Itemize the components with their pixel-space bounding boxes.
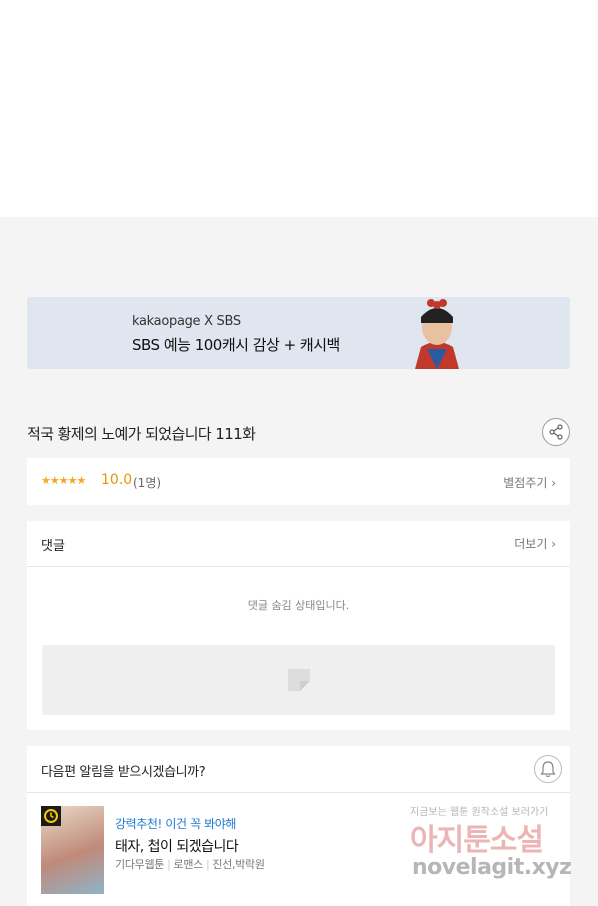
comments-label: 댓글 [41, 539, 65, 554]
placeholder-icon [288, 669, 310, 691]
comments-card: 댓글 더보기 › 댓글 숨김 상태입니다. [27, 521, 570, 730]
share-button[interactable] [542, 418, 570, 446]
banner-headline: SBS 예능 100캐시 감상 + 캐시백 [132, 336, 340, 354]
meta-category: 로맨스 [173, 858, 204, 871]
promo-banner[interactable]: kakaopage X SBS SBS 예능 100캐시 감상 + 캐시백 [27, 297, 570, 369]
episode-title-row: 적국 황제의 노예가 되었습니다 111화 [27, 418, 570, 448]
banner-brand-text: kakaopage X SBS [132, 314, 241, 329]
watermark-line2: 아지툰소설 [410, 823, 544, 858]
meta-authors: 진선,박락원 [212, 858, 265, 871]
rate-button[interactable]: 별점주기 › [503, 474, 556, 491]
meta-separator: | [205, 858, 210, 871]
star-rating-icons: ★★★★★ [41, 474, 86, 487]
recommended-meta: 기다무웹툰 | 로맨스 | 진선,박락원 [115, 856, 265, 872]
rating-score: 10.0 [101, 472, 133, 488]
episode-title: 적국 황제의 노예가 되었습니다 111화 [27, 425, 256, 443]
notify-header: 다음편 알림을 받으시겠습니까? [27, 746, 570, 793]
comments-hidden-message: 댓글 숨김 상태입니다. [247, 599, 350, 612]
bell-icon [540, 761, 556, 778]
comments-header: 댓글 더보기 › [27, 521, 570, 567]
meta-genre: 기다무웹툰 [115, 858, 165, 871]
rating-card: ★★★★★ 10.0 (1명) 별점주기 › [27, 458, 570, 505]
notify-question: 다음편 알림을 받으시겠습니까? [41, 765, 206, 780]
recommended-title-text[interactable]: 태자, 첩이 되겠습니다 [115, 836, 239, 856]
wait-free-clock-icon [41, 806, 61, 826]
notify-bell-button[interactable] [534, 755, 562, 783]
banner-person-image [415, 299, 459, 369]
watermark-line3: novelagit.xyz [412, 855, 572, 880]
share-icon [549, 424, 563, 440]
meta-separator: | [167, 858, 171, 871]
viewer-image-area [0, 0, 598, 217]
comment-input-placeholder[interactable] [42, 645, 555, 715]
comments-more-link[interactable]: 더보기 › [514, 535, 556, 552]
recommend-kicker: 강력추천! 이건 꼭 봐야해 [115, 817, 237, 831]
recommended-thumbnail[interactable] [41, 806, 104, 894]
rating-count: (1명) [133, 476, 162, 490]
watermark: 지금보는 웹툰 원작소설 보러가기 아지툰소설 novelagit.xyz [410, 803, 590, 898]
